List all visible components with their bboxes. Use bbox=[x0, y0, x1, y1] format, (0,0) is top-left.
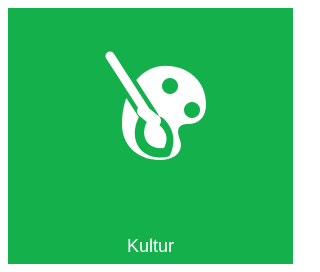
palette-brush-icon bbox=[100, 48, 210, 163]
tile-kultur[interactable]: Kultur bbox=[8, 8, 293, 264]
tile-label: Kultur bbox=[126, 236, 175, 256]
